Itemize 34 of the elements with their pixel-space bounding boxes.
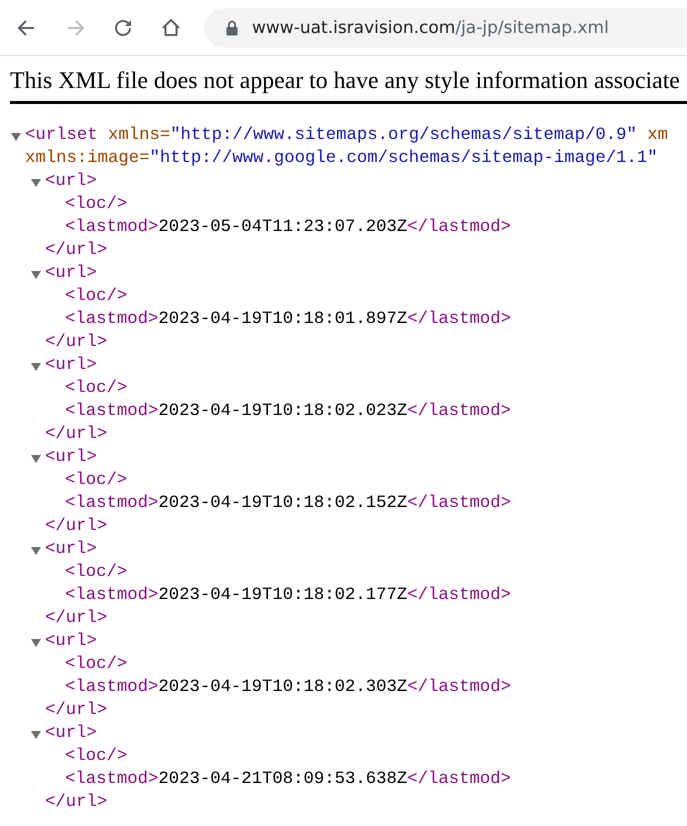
xml-line: <url> bbox=[45, 540, 97, 559]
xml-line: </url> bbox=[45, 241, 108, 260]
xml-line: </url> bbox=[45, 701, 108, 720]
xml-line: </url> bbox=[45, 333, 108, 352]
xml-line: xmlns:image="http://www.google.com/schemas/sitemap-image/1.1" bbox=[25, 149, 658, 168]
xml-line: <lastmod>2023-04-19T10:18:02.177Z</lastmod> bbox=[65, 586, 511, 605]
xml-line: <url> bbox=[45, 172, 97, 191]
xml-line: <url> bbox=[45, 632, 97, 651]
xml-line: <loc/> bbox=[65, 195, 128, 214]
xml-line: <lastmod>2023-04-19T10:18:01.897Z</lastmod> bbox=[65, 310, 511, 329]
lock-icon bbox=[226, 20, 238, 36]
xml-line: </url> bbox=[45, 517, 108, 536]
xml-line: <loc/> bbox=[65, 747, 128, 766]
xml-line: <lastmod>2023-04-19T10:18:02.152Z</lastmod> bbox=[65, 494, 511, 513]
xml-line: <url> bbox=[45, 356, 97, 375]
xml-line: <lastmod>2023-04-19T10:18:02.303Z</lastmod> bbox=[65, 678, 511, 697]
xml-line: <loc/> bbox=[65, 655, 128, 674]
xml-line: <loc/> bbox=[65, 287, 128, 306]
xml-line: <loc/> bbox=[65, 471, 128, 490]
xml-line: <urlset xmlns="http://www.sitemaps.org/schemas/sitemap/0.9" xm bbox=[25, 126, 668, 145]
xml-line: <url> bbox=[45, 448, 97, 467]
notice-text: This XML file does not appear to have any style information associate bbox=[10, 68, 681, 95]
xml-line: <lastmod>2023-04-21T08:09:53.638Z</lastmod> bbox=[65, 770, 511, 789]
xml-line: <url> bbox=[45, 264, 97, 283]
address-bar[interactable]: www-uat.isravision.com/ja-jp/sitemap.xml bbox=[204, 8, 687, 48]
xml-line: <lastmod>2023-05-04T11:23:07.203Z</lastmod> bbox=[65, 218, 511, 237]
xml-line: <lastmod>2023-04-19T10:18:02.023Z</lastmod> bbox=[65, 402, 511, 421]
xml-line: <loc/> bbox=[65, 379, 128, 398]
xml-line: </url> bbox=[45, 609, 108, 628]
url-text: www-uat.isravision.com/ja-jp/sitemap.xml bbox=[252, 18, 609, 38]
xml-line: <loc/> bbox=[65, 563, 128, 582]
xml-line: </url> bbox=[45, 425, 108, 444]
xml-line: </url> bbox=[45, 793, 108, 812]
xml-line: <url> bbox=[45, 724, 97, 743]
